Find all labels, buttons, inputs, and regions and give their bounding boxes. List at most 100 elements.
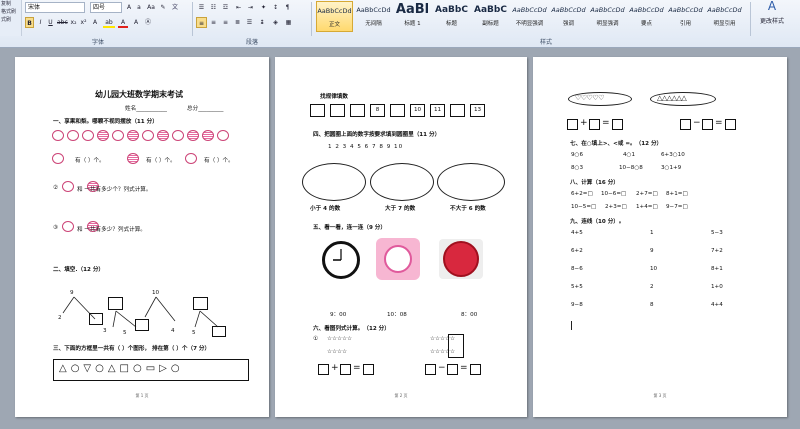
sequence-box[interactable]: 13 bbox=[470, 104, 485, 117]
change-styles-button[interactable]: 更改样式 bbox=[752, 16, 792, 27]
style-tile[interactable]: AaBbCcDd 正文 bbox=[316, 1, 353, 32]
clear-format-icon[interactable]: ✎ bbox=[157, 2, 169, 13]
answer-box[interactable] bbox=[612, 119, 623, 130]
style-tile[interactable]: AaBbCcDd 不明显强调 bbox=[511, 1, 548, 32]
answer-box[interactable] bbox=[135, 319, 149, 331]
answer-box[interactable] bbox=[470, 364, 481, 375]
sequence-box[interactable]: 10 bbox=[410, 104, 425, 117]
oval-not-greater-than-6[interactable] bbox=[437, 163, 505, 201]
subscript-button[interactable]: x₂ bbox=[69, 17, 78, 28]
distribute-icon[interactable]: ☰ bbox=[244, 17, 255, 28]
link-item[interactable]: 8−6 bbox=[571, 266, 583, 272]
char-border-icon[interactable]: Ⓐ bbox=[143, 17, 153, 28]
answer-box[interactable] bbox=[447, 364, 458, 375]
style-tile[interactable]: AaBbCcDd 引用 bbox=[667, 1, 704, 32]
link-item[interactable]: 6+2 bbox=[571, 248, 583, 254]
style-tile[interactable]: AaBl 标题 1 bbox=[394, 1, 431, 32]
number-list: 1 2 3 4 5 6 7 8 9 10 bbox=[328, 144, 404, 150]
compare-item: 10−8○8 bbox=[619, 165, 643, 171]
line-spacing-icon[interactable]: ↨ bbox=[256, 17, 268, 28]
style-sample: AaBbCcDd bbox=[629, 6, 664, 14]
link-item[interactable]: 4+4 bbox=[711, 302, 723, 308]
text-effect-icon[interactable]: A bbox=[90, 17, 100, 28]
align-left-icon[interactable]: ≡ bbox=[196, 17, 207, 28]
bullets-icon[interactable]: ☰ bbox=[196, 2, 207, 13]
style-tile[interactable]: AaBbC 标题 bbox=[433, 1, 470, 32]
answer-box[interactable] bbox=[725, 119, 736, 130]
link-item[interactable]: 7+2 bbox=[711, 248, 723, 254]
style-tile[interactable]: AaBbCcDd 无间隔 bbox=[355, 1, 392, 32]
score-field[interactable]: 总分_________ bbox=[187, 104, 223, 112]
sequence-box[interactable] bbox=[330, 104, 345, 117]
answer-box[interactable] bbox=[89, 313, 103, 325]
font-name-select[interactable]: 宋体 bbox=[25, 2, 85, 13]
shading-icon[interactable]: ◈ bbox=[270, 17, 281, 28]
sequence-box[interactable]: 8 bbox=[370, 104, 385, 117]
style-tile[interactable]: AaBbCcDd 强调 bbox=[550, 1, 587, 32]
oval-greater-than-7[interactable] bbox=[370, 163, 434, 201]
font-size-select[interactable]: 四号 bbox=[90, 2, 122, 13]
change-styles-icon[interactable]: A bbox=[752, 0, 792, 15]
underline-button[interactable]: U bbox=[46, 17, 55, 28]
strikethrough-button[interactable]: abc bbox=[57, 17, 68, 28]
phonetic-icon[interactable]: 文 bbox=[170, 2, 180, 13]
copy-button[interactable]: 复制 bbox=[0, 0, 21, 8]
answer-box[interactable] bbox=[680, 119, 691, 130]
sequence-box[interactable]: 11 bbox=[430, 104, 445, 117]
answer-box[interactable] bbox=[363, 364, 374, 375]
align-right-icon[interactable]: ≡ bbox=[220, 17, 231, 28]
text-cursor bbox=[571, 321, 572, 330]
answer-box[interactable] bbox=[425, 364, 436, 375]
answer-box[interactable] bbox=[340, 364, 351, 375]
increase-indent-icon[interactable]: ⇥ bbox=[245, 2, 256, 13]
link-item[interactable]: 5−3 bbox=[711, 230, 723, 236]
link-item[interactable]: 8+1 bbox=[711, 266, 723, 272]
link-item[interactable]: 5+5 bbox=[571, 284, 583, 290]
justify-icon[interactable]: ≣ bbox=[232, 17, 243, 28]
answer-box[interactable] bbox=[212, 326, 226, 337]
link-item[interactable]: 4+5 bbox=[571, 230, 583, 236]
link-item[interactable]: 1 bbox=[650, 230, 654, 236]
style-tile[interactable]: AaBbCcDd 明显强调 bbox=[589, 1, 626, 32]
italic-button[interactable]: I bbox=[36, 17, 45, 28]
link-item[interactable]: 1+0 bbox=[711, 284, 723, 290]
highlight-icon[interactable]: ab bbox=[103, 17, 115, 28]
decrease-indent-icon[interactable]: ⇤ bbox=[233, 2, 244, 13]
style-tile[interactable]: AaBbCcDd 要点 bbox=[628, 1, 665, 32]
sequence-box[interactable] bbox=[350, 104, 365, 117]
show-marks-icon[interactable]: ¶ bbox=[282, 2, 293, 13]
superscript-button[interactable]: x² bbox=[79, 17, 88, 28]
link-item[interactable]: 8 bbox=[650, 302, 654, 308]
char-shading-icon[interactable]: A bbox=[131, 17, 141, 28]
answer-box[interactable] bbox=[318, 364, 329, 375]
link-item[interactable]: 9 bbox=[650, 248, 654, 254]
align-center-icon[interactable]: ≡ bbox=[208, 17, 219, 28]
name-field[interactable]: 姓名___________ bbox=[125, 104, 167, 112]
sort-icon[interactable]: ↕ bbox=[270, 2, 281, 13]
style-tile[interactable]: AaBbCcDd 明显引用 bbox=[706, 1, 743, 32]
sequence-box[interactable] bbox=[450, 104, 465, 117]
sequence-box[interactable] bbox=[310, 104, 325, 117]
change-case-button[interactable]: Aa bbox=[145, 2, 157, 13]
multilevel-list-icon[interactable]: ☲ bbox=[220, 2, 231, 13]
grow-font-button[interactable]: A bbox=[124, 2, 134, 13]
format-painter-button[interactable]: 格式刷 bbox=[0, 8, 21, 16]
font-color-icon[interactable]: A bbox=[118, 17, 128, 28]
numbering-icon[interactable]: ☷ bbox=[208, 2, 219, 13]
bold-button[interactable]: B bbox=[25, 17, 34, 28]
link-item[interactable]: 9−8 bbox=[571, 302, 583, 308]
pear-icon bbox=[187, 130, 199, 141]
answer-box[interactable] bbox=[567, 119, 578, 130]
borders-icon[interactable]: ▦ bbox=[283, 17, 294, 28]
sequence-box[interactable] bbox=[390, 104, 405, 117]
calc-item: 1+4=□ bbox=[636, 204, 658, 210]
shrink-font-button[interactable]: a bbox=[134, 2, 144, 13]
style-tile[interactable]: AaBbC 副标题 bbox=[472, 1, 509, 32]
link-item[interactable]: 2 bbox=[650, 284, 654, 290]
answer-box[interactable] bbox=[589, 119, 600, 130]
separator bbox=[311, 2, 312, 36]
chinese-layout-icon[interactable]: ✦ bbox=[258, 2, 269, 13]
answer-box[interactable] bbox=[702, 119, 713, 130]
link-item[interactable]: 10 bbox=[650, 266, 657, 272]
oval-less-than-4[interactable] bbox=[302, 163, 366, 201]
